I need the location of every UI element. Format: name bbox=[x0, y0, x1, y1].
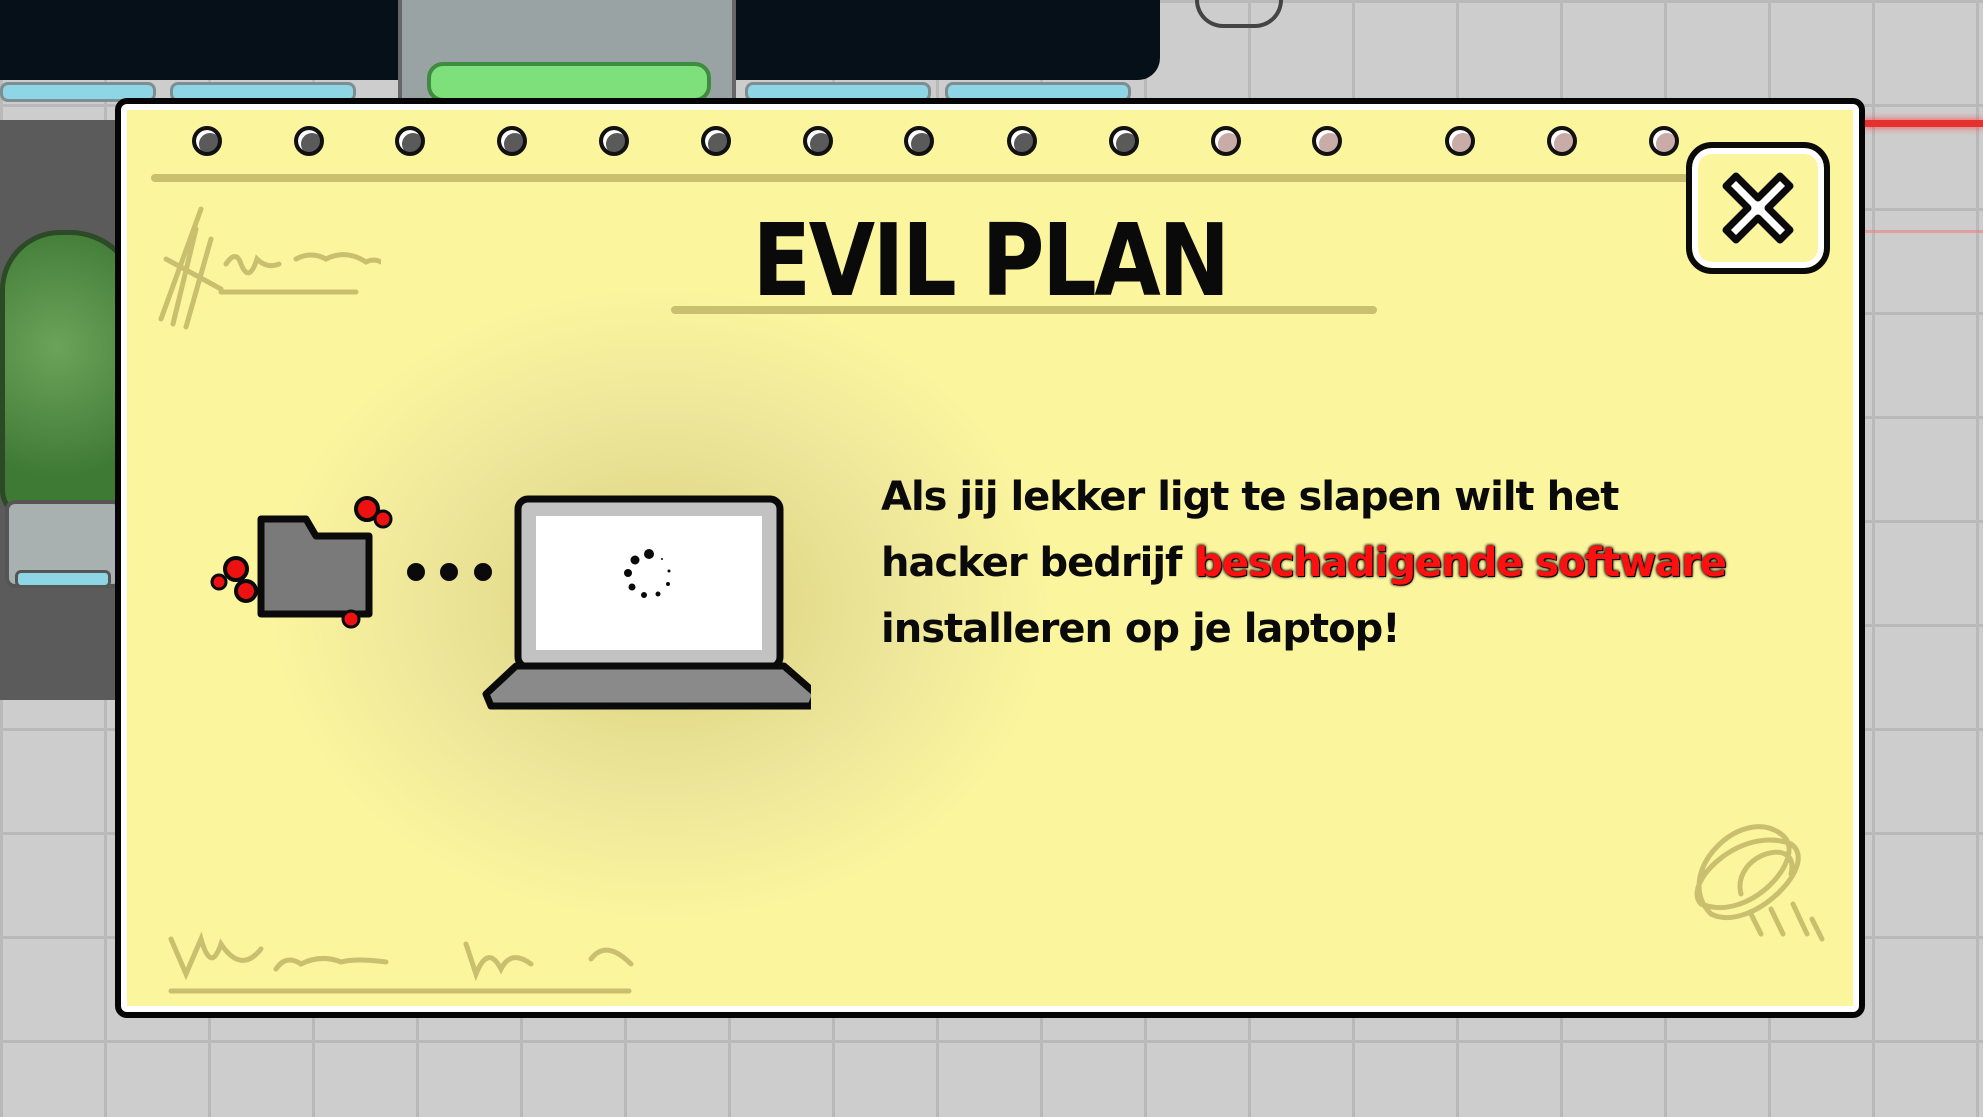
close-button[interactable] bbox=[1686, 142, 1830, 274]
laptop-icon bbox=[482, 495, 811, 710]
notebook-ring bbox=[192, 126, 222, 156]
doodle-scribble bbox=[168, 931, 634, 994]
transfer-dots bbox=[407, 563, 492, 581]
doodle-scribble bbox=[158, 206, 381, 330]
notebook-ring bbox=[701, 126, 731, 156]
close-icon bbox=[1722, 172, 1794, 244]
notebook-ring bbox=[395, 126, 425, 156]
modal-title: EVIL PLAN bbox=[752, 202, 1230, 319]
notebook-ring bbox=[1649, 126, 1679, 156]
laser-beam-faint bbox=[1862, 230, 1983, 233]
title-underline bbox=[671, 306, 1377, 314]
notebook-ring bbox=[1547, 126, 1577, 156]
plan-description: Als jij lekker ligt te slapen wilt het h… bbox=[881, 464, 1741, 662]
notebook-ring bbox=[294, 126, 324, 156]
evil-plan-modal: EVIL PLAN Als jij lekker ligt te slapen … bbox=[115, 98, 1865, 1018]
top-divider bbox=[151, 174, 1811, 182]
laser-beam bbox=[1862, 120, 1983, 127]
background-green-light bbox=[427, 62, 711, 102]
notebook-ring bbox=[803, 126, 833, 156]
hack-illustration bbox=[210, 495, 811, 710]
notebook-ring bbox=[1211, 126, 1241, 156]
description-text-end: installeren op je laptop! bbox=[881, 606, 1401, 652]
notebook-ring bbox=[904, 126, 934, 156]
doodle-scribble bbox=[1694, 824, 1825, 942]
notebook-ring bbox=[1109, 126, 1139, 156]
notebook-rings bbox=[191, 126, 1791, 166]
notebook-ring bbox=[1445, 126, 1475, 156]
malicious-software-highlight: beschadigende software bbox=[1194, 540, 1727, 586]
infected-folder-icon bbox=[210, 496, 393, 629]
notebook-ring bbox=[1312, 126, 1342, 156]
plant-pot-light bbox=[15, 570, 111, 588]
notebook-ring bbox=[497, 126, 527, 156]
notebook-ring bbox=[599, 126, 629, 156]
background-cable bbox=[1195, 0, 1283, 28]
notebook-ring bbox=[1007, 126, 1037, 156]
